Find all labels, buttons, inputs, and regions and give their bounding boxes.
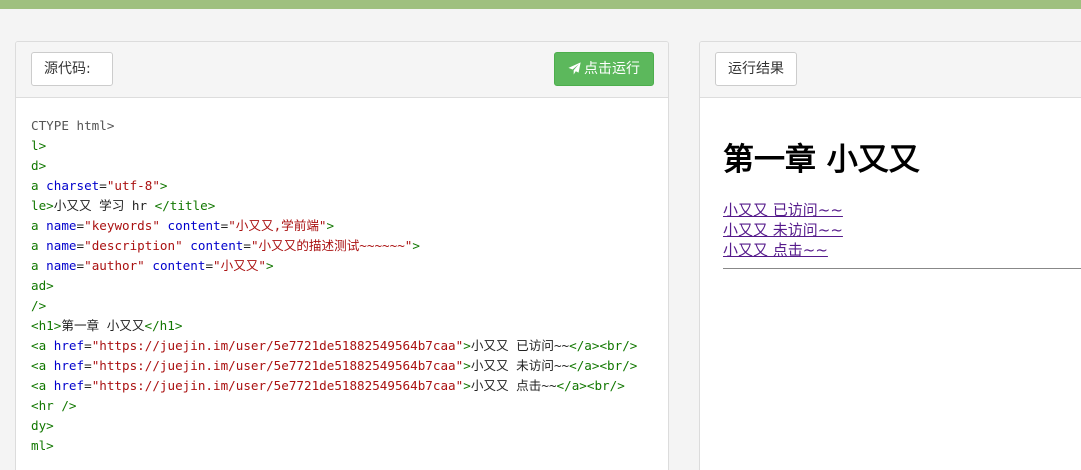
code-token: >	[326, 218, 335, 233]
code-token: >	[463, 378, 471, 393]
code-token: =	[84, 358, 92, 373]
code-token: <a	[31, 338, 54, 353]
code-token: a	[31, 258, 47, 273]
code-line: <a href="https://juejin.im/user/5e7721de…	[31, 336, 637, 356]
code-line: <a href="https://juejin.im/user/5e7721de…	[31, 376, 625, 396]
code-token: "https://juejin.im/user/5e7721de51882549…	[91, 338, 464, 353]
code-token: name	[46, 258, 77, 273]
code-line: le>小又又 学习 hr </title>	[31, 196, 215, 216]
code-token: "description"	[84, 238, 183, 253]
code-token: </a><br/>	[556, 378, 625, 393]
code-token: =	[76, 258, 85, 273]
code-token: <a	[31, 358, 54, 373]
code-token: =	[243, 238, 251, 253]
code-token: 小又又 点击~~	[470, 378, 557, 393]
code-line: CTYPE html>	[31, 116, 114, 136]
code-line: ad>	[31, 276, 54, 296]
code-editor[interactable]: CTYPE html> l> d> a charset="utf-8"> le>小又又 …	[16, 98, 668, 470]
code-token: 小又又 已访问~~	[470, 338, 570, 353]
code-token: />	[31, 298, 47, 313]
result-heading: 第一章 小又又	[723, 142, 920, 178]
code-token: >	[463, 358, 471, 373]
code-token: ad>	[31, 278, 54, 293]
result-link-unvisited[interactable]: 小又又 未访问~~	[723, 220, 843, 240]
code-token: =	[84, 378, 92, 393]
result-link-click[interactable]: 小又又 点击~~	[723, 240, 828, 260]
code-token: "小又又,学前端"	[228, 218, 327, 233]
code-token: dy>	[31, 418, 54, 433]
code-token: a	[31, 238, 47, 253]
code-token: href	[53, 358, 85, 373]
code-token: href	[53, 378, 85, 393]
code-token: 小又又 未访问~~	[470, 358, 570, 373]
code-line: dy>	[31, 416, 54, 436]
code-token: d>	[31, 158, 47, 173]
code-token: name	[46, 218, 77, 233]
code-token: content	[167, 218, 221, 233]
code-token: =	[205, 258, 214, 273]
code-token: "utf-8"	[106, 178, 160, 193]
code-token: <a	[31, 378, 54, 393]
code-token: "https://juejin.im/user/5e7721de51882549…	[91, 378, 464, 393]
code-token: <h1>	[31, 318, 62, 333]
code-line: <a href="https://juejin.im/user/5e7721de…	[31, 356, 637, 376]
code-line: a name="description" content="小又又的描述测试~~…	[31, 236, 420, 256]
paper-plane-icon	[568, 62, 581, 75]
result-divider	[723, 268, 1081, 269]
run-button-label: 点击运行	[584, 61, 640, 77]
code-token: >	[159, 178, 168, 193]
source-code-panel: 源代码: 点击运行 CTYPE html> l> d> a charset="utf-…	[15, 41, 669, 470]
code-token: content	[190, 238, 244, 253]
code-token: "小又又的描述测试~~~~~~"	[250, 238, 413, 253]
code-token: content	[152, 258, 206, 273]
code-line: <h1>第一章 小又又</h1>	[31, 316, 182, 336]
result-panel: 运行结果 第一章 小又又 小又又 已访问~~ 小又又 未访问~~ 小又又 点击~…	[699, 41, 1081, 470]
code-line: a charset="utf-8">	[31, 176, 168, 196]
code-token: >	[266, 258, 274, 273]
code-line: d>	[31, 156, 46, 176]
result-link-visited[interactable]: 小又又 已访问~~	[723, 200, 843, 220]
run-button[interactable]: 点击运行	[554, 52, 654, 86]
code-token: "小又又"	[213, 258, 266, 273]
code-token: ml>	[31, 438, 54, 453]
code-line: ml>	[31, 436, 54, 456]
code-token: "https://juejin.im/user/5e7721de51882549…	[91, 358, 464, 373]
code-line: <hr />	[31, 396, 77, 416]
code-token: <hr />	[31, 398, 77, 413]
code-line: l>	[31, 136, 46, 156]
code-token: charset	[46, 178, 100, 193]
result-panel-header: 运行结果	[700, 42, 1081, 98]
code-token: </title>	[154, 198, 216, 213]
result-tab[interactable]: 运行结果	[715, 52, 797, 86]
code-token: "keywords"	[84, 218, 160, 233]
code-token: href	[53, 338, 85, 353]
code-token: =	[99, 178, 107, 193]
top-accent-bar	[0, 0, 1081, 9]
code-token: le>	[31, 198, 54, 213]
source-panel-header: 源代码: 点击运行	[16, 42, 668, 98]
code-token: </h1>	[144, 318, 183, 333]
code-line: a name="keywords" content="小又又,学前端">	[31, 216, 334, 236]
code-token: a	[31, 178, 47, 193]
code-token: 小又又 学习 hr	[53, 198, 155, 213]
code-line: />	[31, 296, 46, 316]
code-token: a	[31, 218, 47, 233]
source-code-tab[interactable]: 源代码:	[31, 52, 113, 86]
code-token: </a><br/>	[569, 338, 638, 353]
result-preview: 第一章 小又又 小又又 已访问~~ 小又又 未访问~~ 小又又 点击~~	[700, 98, 1081, 470]
code-token: CTYPE html>	[31, 118, 115, 133]
code-token: >	[463, 338, 471, 353]
code-token: =	[76, 238, 85, 253]
code-line: a name="author" content="小又又">	[31, 256, 274, 276]
code-token: 第一章 小又又	[61, 318, 145, 333]
code-token: >	[412, 238, 420, 253]
code-token: </a><br/>	[569, 358, 638, 373]
code-token: l>	[31, 138, 47, 153]
code-token: name	[46, 238, 77, 253]
code-token: =	[76, 218, 85, 233]
code-token: =	[84, 338, 92, 353]
code-token: "author"	[84, 258, 145, 273]
